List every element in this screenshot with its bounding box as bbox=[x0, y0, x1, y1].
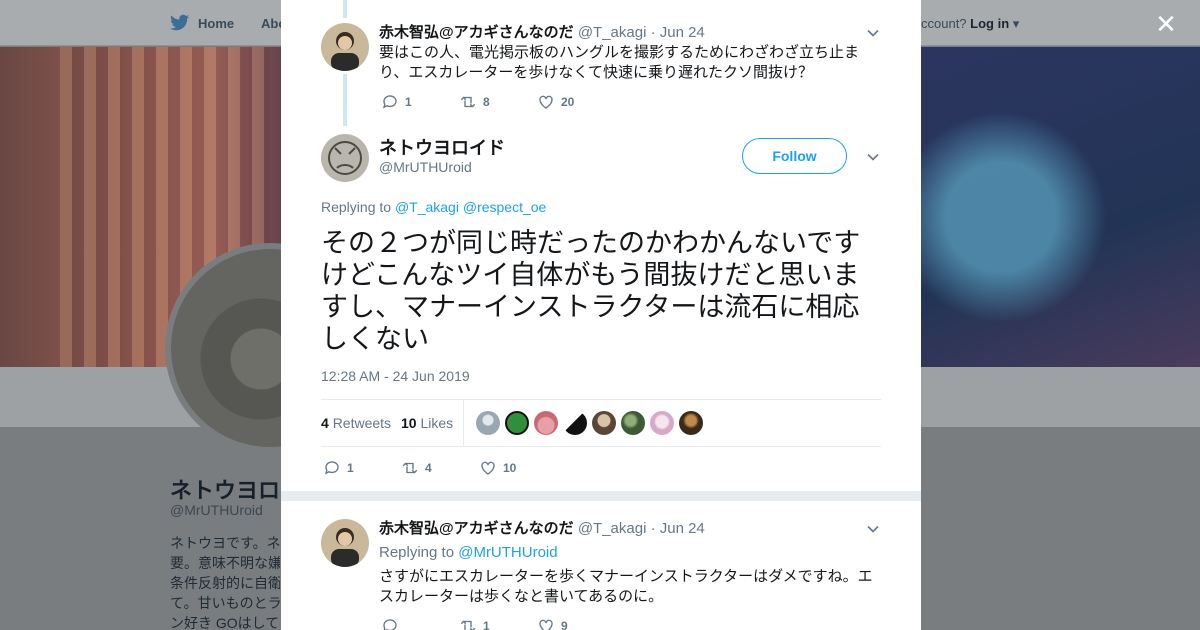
tweet-author-handle[interactable]: @T_akagi bbox=[578, 520, 647, 537]
likers-avatars bbox=[476, 411, 703, 435]
nav-login[interactable]: ccount? Log in ▾ bbox=[921, 16, 1019, 32]
avatar[interactable] bbox=[321, 134, 369, 182]
chevron-down-icon[interactable] bbox=[865, 149, 881, 165]
bio-line: ン好き GOはして bbox=[170, 615, 280, 630]
tweet-author-name[interactable]: 赤木智弘@アカギさんなのだ bbox=[379, 24, 574, 41]
bio-line: 要。意味不明な嫌 bbox=[170, 555, 280, 571]
reply-icon bbox=[324, 461, 339, 475]
liker-avatar[interactable] bbox=[679, 411, 703, 435]
chevron-down-icon[interactable] bbox=[865, 521, 881, 537]
like-count: 9 bbox=[561, 619, 568, 630]
reply-button[interactable]: 1 bbox=[381, 93, 459, 111]
profile-handle: @MrUTHUroid bbox=[170, 502, 263, 518]
tweet-stats: 4 Retweets 10 Likes bbox=[321, 399, 881, 447]
replying-to: Replying to @MrUTHUroid bbox=[379, 543, 881, 563]
profile-bio: ネトウヨです。ネ 要。意味不明な嫌 条件反射的に自衛 て。甘いものとラ ン好き … bbox=[170, 533, 280, 630]
retweet-button[interactable]: 4 bbox=[401, 459, 479, 477]
likes-count: 10 bbox=[401, 415, 417, 431]
tweet-text: 要はこの人、電光掲示板のハングルを撮影するためにわざわざ立ち止まり、エスカレータ… bbox=[379, 44, 860, 81]
chevron-down-icon[interactable] bbox=[865, 25, 881, 41]
replying-to: Replying to @T_akagi @respect_oe bbox=[321, 199, 546, 215]
heart-icon bbox=[539, 619, 553, 630]
tweet-actions: 1 8 20 bbox=[381, 93, 615, 111]
chevron-down-icon: ▾ bbox=[1012, 16, 1020, 31]
tweet-author-name[interactable]: 赤木智弘@アカギさんなのだ bbox=[379, 520, 574, 537]
tweet-author-handle[interactable]: @T_akagi bbox=[578, 24, 647, 41]
tweet-date[interactable]: · Jun 24 bbox=[651, 520, 705, 537]
liker-avatar[interactable] bbox=[476, 411, 500, 435]
bio-line: ネトウヨです。ネ bbox=[170, 535, 280, 551]
liker-avatar[interactable] bbox=[621, 411, 645, 435]
nav-home-link[interactable]: Home bbox=[170, 14, 234, 32]
tweet-date[interactable]: · Jun 24 bbox=[651, 24, 705, 41]
tweet-author-name[interactable]: ネトウヨロイド bbox=[379, 134, 505, 160]
nav-home-label: Home bbox=[198, 15, 235, 31]
tweet-text: さすがにエスカレーターを歩くマナーインストラクターはダメですね。エスカレーターは… bbox=[379, 568, 873, 605]
bio-line: 条件反射的に自衛 bbox=[170, 575, 280, 591]
banner-art-right bbox=[921, 47, 1200, 367]
nav-login-prefix: ccount? bbox=[921, 16, 967, 31]
reply-button[interactable]: 1 bbox=[323, 459, 401, 477]
retweet-count: 1 bbox=[483, 619, 490, 630]
mention-link[interactable]: @T_akagi bbox=[395, 199, 459, 215]
like-count: 20 bbox=[561, 95, 575, 109]
thread-connector bbox=[343, 0, 347, 18]
reply-icon bbox=[382, 95, 397, 109]
follow-button[interactable]: Follow bbox=[742, 138, 847, 174]
avatar[interactable] bbox=[321, 23, 369, 71]
heart-icon bbox=[539, 95, 553, 109]
reply-count: 1 bbox=[347, 461, 354, 475]
retweet-icon bbox=[460, 96, 476, 108]
replying-to-label: Replying to bbox=[321, 199, 392, 215]
liker-avatar[interactable] bbox=[650, 411, 674, 435]
retweets-stat[interactable]: 4 Retweets bbox=[321, 415, 391, 431]
separator bbox=[281, 491, 921, 501]
divider bbox=[463, 400, 464, 446]
profile-name: ネトウヨロ bbox=[170, 478, 281, 503]
tweet-actions: 1 9 bbox=[381, 617, 615, 630]
mention-link[interactable]: @respect_oe bbox=[463, 199, 546, 215]
like-button[interactable]: 20 bbox=[537, 93, 615, 111]
retweet-count: 8 bbox=[483, 95, 490, 109]
replying-to-label: Replying to bbox=[379, 544, 455, 561]
tweet-modal: 赤木智弘@アカギさんなのだ @T_akagi · Jun 24 要はこの人、電光… bbox=[281, 0, 921, 630]
likes-label: Likes bbox=[420, 415, 454, 431]
like-button[interactable]: 10 bbox=[479, 459, 557, 477]
reply-count: 1 bbox=[405, 95, 412, 109]
reply-tweet[interactable]: 赤木智弘@アカギさんなのだ @T_akagi · Jun 24 Replying… bbox=[321, 519, 881, 630]
retweet-icon bbox=[402, 462, 418, 474]
heart-icon bbox=[481, 461, 495, 475]
reply-button[interactable] bbox=[381, 617, 459, 630]
liker-avatar[interactable] bbox=[592, 411, 616, 435]
login-link[interactable]: Log in bbox=[970, 16, 1009, 31]
reply-icon bbox=[383, 619, 397, 630]
retweet-icon bbox=[460, 620, 476, 630]
tweet-actions: 1 4 10 bbox=[323, 459, 557, 477]
tweet-timestamp[interactable]: 12:28 AM - 24 Jun 2019 bbox=[321, 368, 470, 384]
retweet-count: 4 bbox=[425, 461, 432, 475]
avatar[interactable] bbox=[321, 519, 369, 567]
retweets-label: Retweets bbox=[332, 415, 392, 431]
like-count: 10 bbox=[503, 461, 517, 475]
close-icon[interactable]: ✕ bbox=[1153, 11, 1179, 37]
mention-link[interactable]: @MrUTHUroid bbox=[458, 544, 557, 561]
tweet-author-handle[interactable]: @MrUTHUroid bbox=[379, 159, 472, 175]
liker-avatar[interactable] bbox=[563, 411, 587, 435]
retweet-button[interactable]: 1 bbox=[459, 617, 537, 630]
like-button[interactable]: 9 bbox=[537, 617, 615, 630]
retweet-button[interactable]: 8 bbox=[459, 93, 537, 111]
tweet-text: その２つが同じ時だったのかわかんないですけどこんなツイ自体がもう間抜けだと思いま… bbox=[321, 228, 861, 354]
liker-avatar[interactable] bbox=[534, 411, 558, 435]
twitter-bird-icon bbox=[170, 14, 190, 31]
likes-stat[interactable]: 10 Likes bbox=[401, 415, 453, 431]
retweets-count: 4 bbox=[321, 415, 329, 431]
bio-line: て。甘いものとラ bbox=[170, 595, 280, 611]
liker-avatar[interactable] bbox=[505, 411, 529, 435]
